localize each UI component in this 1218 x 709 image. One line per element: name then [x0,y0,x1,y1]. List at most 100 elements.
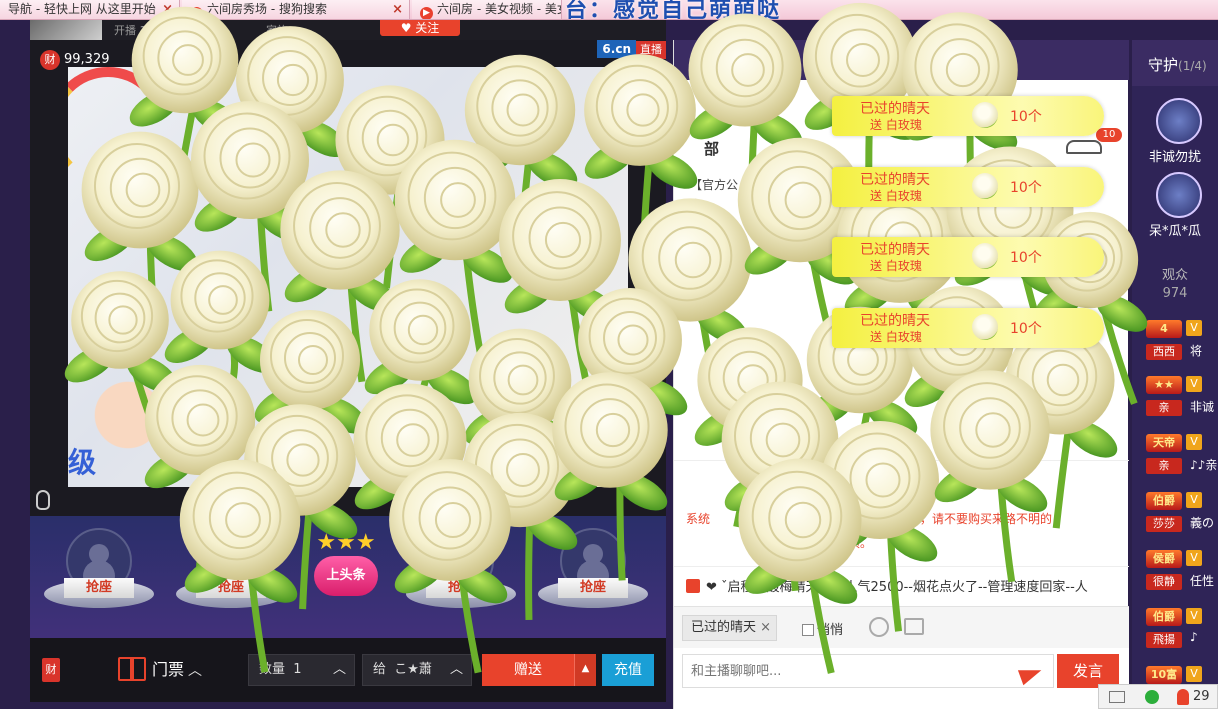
viewer-label: 观众 [1161,268,1188,283]
browser-tab-sogou[interactable]: S 六间房秀场 - 搜狗搜索 × [182,0,410,19]
headline-button[interactable]: ★★★ 上头条 [312,530,380,610]
vip-icon: V [1186,550,1202,566]
sender-name: 已过的晴天 [860,242,930,258]
viewer-count: 974 [1162,286,1188,301]
vip-icon: V [1186,434,1202,450]
chevron-up-icon: ︿ [449,662,463,677]
brand-badge: 6.cn 直播 [597,40,666,59]
audience-item[interactable]: 伯爵 V 莎莎 義の [1146,492,1218,540]
chat-target-chip[interactable]: 已过的晴天 × [682,615,778,641]
close-icon[interactable]: × [162,0,173,19]
grab-seat-button[interactable]: 抢座 [196,578,266,598]
vip-icon: V [1186,320,1202,336]
system-message: 系统 号不受保护，请不要购买来路不明的 [686,512,1053,526]
gift-count: 10个 [1010,180,1042,196]
seat-area: 抢座 抢座 ★★★ 上头条 抢座 抢座 [30,516,666,638]
avatar [1156,98,1202,144]
follow-button[interactable]: ♥ 关注 [380,20,460,36]
recipient-select[interactable]: 给 こ★蕭 ︿ [362,654,472,686]
check-icon[interactable] [1145,690,1159,704]
sender-name: 已过的晴天 [860,172,930,188]
audience-name: 非诚 [1190,400,1215,414]
headline-label: 上头条 [314,556,378,596]
seat-3[interactable]: 抢座 [406,528,516,623]
divider [674,460,1129,461]
gift-icon [118,657,146,681]
recharge-button[interactable]: 充值 [602,654,654,686]
level-overlay-text: 级 [68,446,97,479]
audience-name: ♪ [1190,630,1198,644]
mail-icon[interactable] [1109,691,1125,703]
whisper-checkbox[interactable]: 悄悄 [802,619,843,638]
browser-tab-nav[interactable]: 导航 - 轻快上网 从这里开始 × [0,0,180,19]
family-label: 家族 [266,24,288,37]
grab-seat-button[interactable]: 抢座 [426,578,496,598]
emoji-icon[interactable] [869,617,889,637]
close-icon[interactable]: × [392,0,403,19]
browser-tab-liujianfang[interactable]: ▶ 六间房 - 美女视频 - 美女直播 [412,0,562,19]
vip-icon: V [1186,608,1202,624]
gift-desc: 送 白玫瑰 [870,189,922,203]
chat-input[interactable] [682,654,1054,688]
gift-desc: 送 白玫瑰 [870,330,922,344]
guardian-item[interactable]: 非诚勿扰 [1132,98,1218,168]
send-options-dropdown[interactable]: ▲ [574,654,596,686]
car-icon[interactable] [1066,140,1102,154]
guardian-item[interactable]: 呆*瓜*瓜 [1132,172,1218,242]
chevron-up-icon: ︿ [188,663,203,679]
fan-badge: 西西 [1146,344,1182,360]
fan-badge: 亲 [1146,400,1182,416]
grab-seat-button[interactable]: 抢座 [64,578,134,598]
gift-desc: 送 白玫瑰 [870,259,922,273]
announcement-title: 部 [704,140,720,158]
broadcast-notice: ❤ ˇ启程ゐ酸梅晴天ゐ：人气2500--烟花点火了--管理速度回家--人 [686,576,1126,595]
ticket-button[interactable]: 门票 ︿ [118,656,202,681]
close-icon[interactable]: × [760,616,771,640]
seat-1[interactable]: 抢座 [44,528,154,623]
white-rose-icon [972,173,998,199]
system-message: 免您的利益受损。 [776,536,873,550]
rank-badge: ★★ [1146,376,1182,394]
speak-button[interactable]: 发言 [1057,654,1119,688]
video-stream[interactable]: 级 [68,67,628,487]
user-count: 29 [1193,689,1210,704]
seat-2[interactable]: 抢座 [176,528,286,623]
recipient-value: こ★蕭 [394,662,432,677]
audience-item[interactable]: 侯爵 V 很静 任性 [1146,550,1218,598]
audience-item[interactable]: 4V 西西将 [1146,320,1218,368]
audience-item[interactable]: 伯爵 V 飛揚 ♪ [1146,608,1218,656]
audience-item[interactable]: 天帝 V 亲 ♪♪亲 [1146,434,1218,482]
host-strip: 开播 16:28 家族 ♥ 关注 [30,20,666,40]
guard-header: 守护(1/4) [1132,40,1218,86]
send-gift-button[interactable]: 赠送 [482,654,574,686]
host-avatar[interactable] [30,20,102,40]
fan-badge: 很静 [1146,574,1182,590]
white-rose-icon [972,243,998,269]
wealth-button[interactable]: 财 [42,658,60,682]
wealth-icon: 财 [40,50,60,70]
horn-icon [686,579,700,593]
audience-name: 任性 [1190,574,1215,588]
sender-name: 已过的晴天 [860,313,930,329]
divider [674,566,1129,567]
brand-logo: 6.cn [597,40,636,58]
quantity-value: 1 [293,662,302,677]
image-icon[interactable] [904,618,924,635]
live-time: 开播 16:28 [114,24,172,37]
user-icon[interactable] [1177,689,1189,705]
gift-notification: 已过的晴天 送 白玫瑰 10个 [832,237,1104,277]
grab-seat-button[interactable]: 抢座 [558,578,628,598]
ticket-label: 门票 [152,660,185,679]
banner-headline: 台：感觉自己萌萌哒 [565,0,782,20]
checkbox-icon[interactable] [802,624,814,636]
white-rose-icon [972,102,998,128]
sender-name: 已过的晴天 [860,101,930,117]
white-rose-icon [972,314,998,340]
seat-4[interactable]: 抢座 [538,528,648,623]
browser-tab-bar: 导航 - 轻快上网 从这里开始 × S 六间房秀场 - 搜狗搜索 × ▶ 六间房 -… [0,0,1218,20]
wealth-value: 99,329 [64,52,110,67]
quantity-select[interactable]: 数量 1 ︿ [248,654,355,686]
gift-notification: 已过的晴天 送 白玫瑰 10个 [832,96,1104,136]
audience-item[interactable]: ★★ V 亲非诚 [1146,376,1218,424]
microphone-icon[interactable] [36,490,50,510]
